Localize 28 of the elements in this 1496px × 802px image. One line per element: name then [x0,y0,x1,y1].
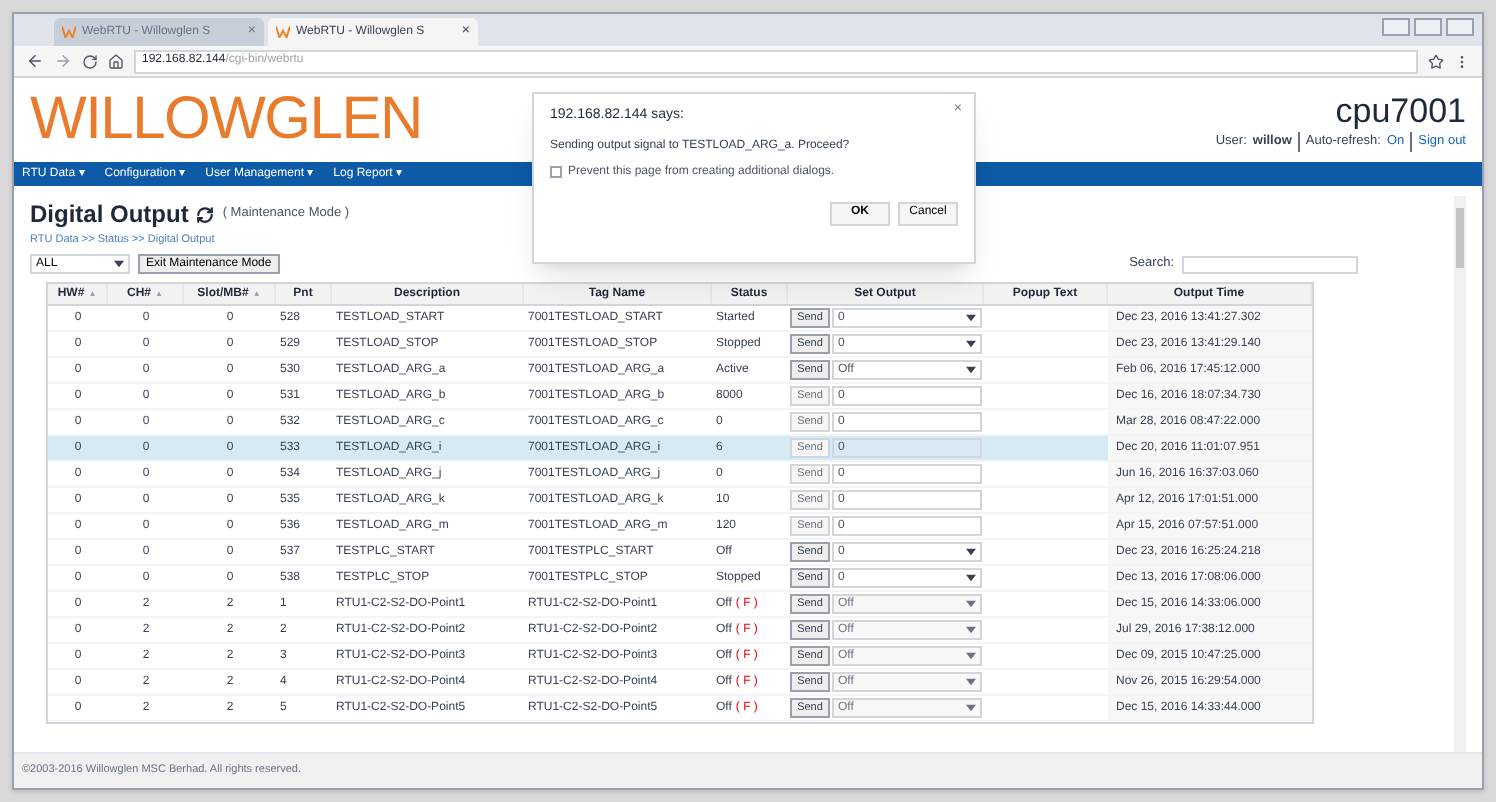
search-field[interactable] [1182,255,1358,274]
star-icon[interactable] [1428,53,1444,69]
back-arrow-icon[interactable] [26,52,44,70]
dropdown-caret-icon [966,366,976,375]
refresh-icon[interactable] [196,205,215,223]
device-name: cpu7001 [1335,89,1466,132]
w-logo-icon [62,26,76,38]
dropdown-caret-icon [966,652,976,661]
forward-arrow-icon[interactable] [54,52,72,70]
page-title: Digital Output [30,198,189,232]
dropdown-caret-icon [966,626,976,635]
dropdown-caret-icon [966,314,976,323]
w-logo-icon [276,26,290,38]
dropdown-caret-icon [966,600,976,609]
dialog-checkbox[interactable] [550,166,562,178]
window-control-icon[interactable] [1446,18,1474,36]
dropdown-caret-icon [966,548,976,557]
reload-icon[interactable] [82,53,98,69]
window-control-icon[interactable] [1382,18,1410,36]
logo: WILLOWGLEN [30,90,422,150]
dropdown-caret-icon [966,678,976,687]
window-control-icon[interactable] [1414,18,1442,36]
home-icon[interactable] [108,53,124,69]
dropdown-caret-icon [114,260,124,269]
dropdown-caret-icon [966,340,976,349]
scrollbar[interactable] [1454,196,1466,752]
dropdown-caret-icon [966,574,976,583]
dropdown-caret-icon [966,704,976,713]
